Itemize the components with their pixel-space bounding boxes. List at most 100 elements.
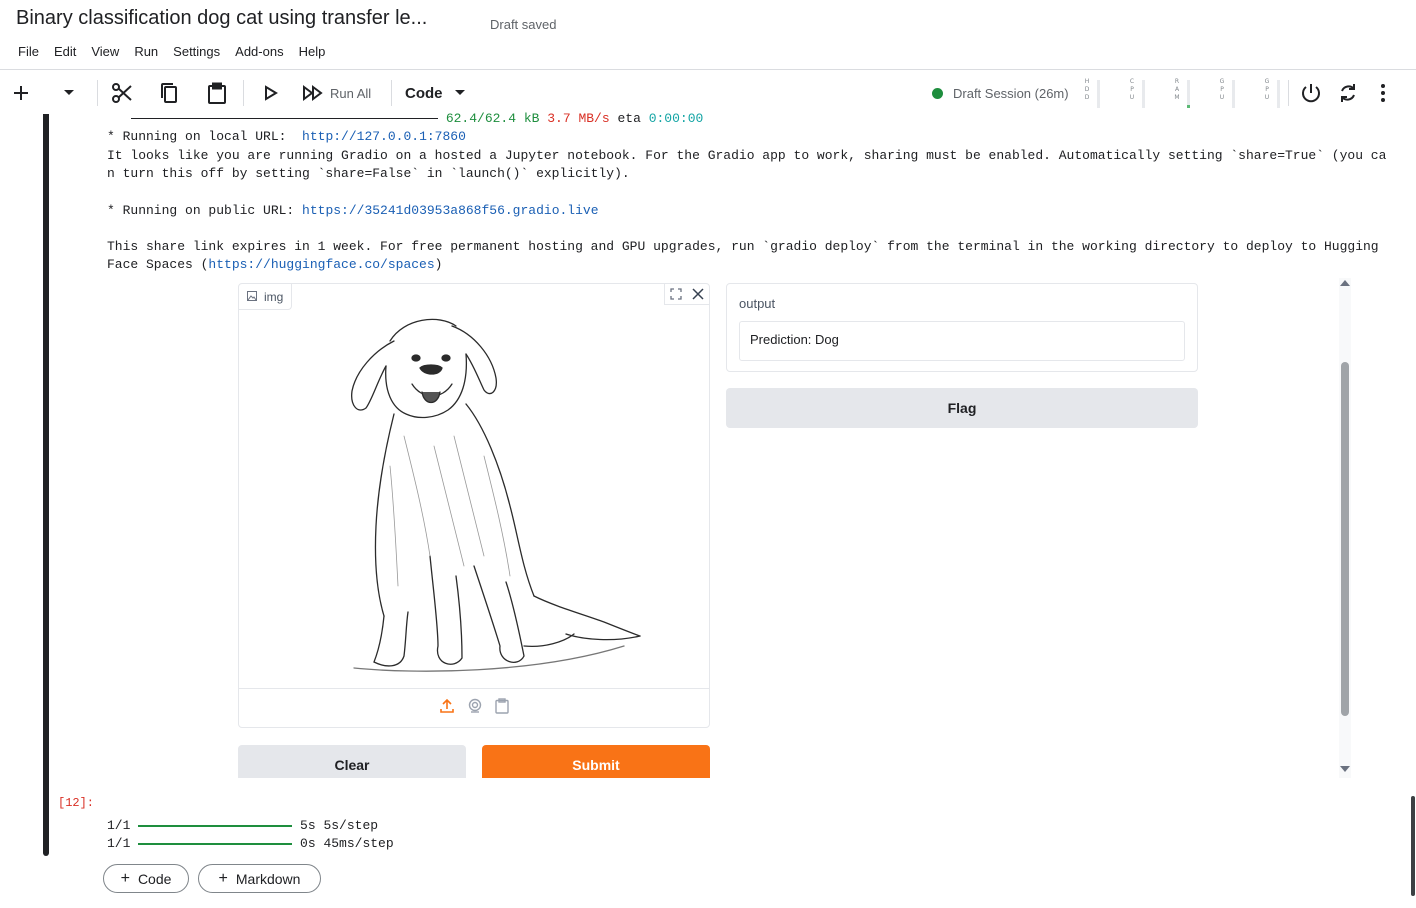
plus-icon: + <box>120 869 130 887</box>
upload-icon[interactable] <box>439 698 455 719</box>
menu-run[interactable]: Run <box>134 44 158 59</box>
gradio-scrollbar[interactable] <box>1339 278 1351 778</box>
local-url-link[interactable]: http://127.0.0.1:7860 <box>302 129 466 144</box>
session-status[interactable]: Draft Session (26m) <box>932 72 1069 114</box>
menu-add-ons[interactable]: Add-ons <box>235 44 283 59</box>
scroll-up-icon[interactable] <box>1340 280 1350 286</box>
download-size: 62.4/62.4 kB <box>445 111 540 126</box>
gpu-meter[interactable]: GPU <box>1218 78 1240 110</box>
cell-type-label: Code <box>405 84 443 102</box>
download-progress-bar <box>131 118 438 120</box>
menu-edit[interactable]: Edit <box>54 44 76 59</box>
toolbar-divider <box>243 80 244 106</box>
add-markdown-label: Markdown <box>235 870 301 887</box>
run-all-icon <box>303 85 323 101</box>
menu-settings[interactable]: Settings <box>173 44 220 59</box>
active-cell-indicator <box>43 114 49 856</box>
clear-button[interactable]: Clear <box>238 745 466 778</box>
toolbar-divider <box>391 80 392 106</box>
progress-bar <box>138 824 293 827</box>
power-icon[interactable] <box>1298 72 1324 114</box>
flag-button[interactable]: Flag <box>726 388 1198 428</box>
share-line-2: Face Spaces (https://huggingface.co/spac… <box>107 256 442 274</box>
public-url-link[interactable]: https://35241d03953a868f56.gradio.live <box>302 203 598 218</box>
notice-line-1: It looks like you are running Gradio on … <box>107 148 1387 163</box>
menu-view[interactable]: View <box>91 44 119 59</box>
close-icon[interactable] <box>687 284 709 304</box>
paste-icon[interactable] <box>205 72 229 114</box>
ram-meter-label: RAM <box>1174 78 1180 101</box>
add-code-label: Code <box>137 870 172 887</box>
cpu-meter-label: CPU <box>1129 78 1135 101</box>
run-all-button[interactable]: Run All <box>302 72 382 114</box>
gpu-meter-2[interactable]: GPU <box>1263 78 1285 110</box>
toolbar: Run All Code Draft Session (26m) HDD CPU… <box>0 72 1416 114</box>
gradio-app: img output Prediction: Dog Flag Clear Su… <box>107 278 1353 778</box>
image-actions <box>664 284 709 305</box>
output-panel: output Prediction: Dog <box>726 283 1198 372</box>
scroll-down-icon[interactable] <box>1340 766 1350 772</box>
run-all-label: Run All <box>330 85 372 101</box>
submit-button[interactable]: Submit <box>482 745 710 778</box>
prediction-textbox[interactable]: Prediction: Dog <box>739 321 1185 361</box>
download-eta: 0:00:00 <box>648 111 704 126</box>
spaces-link[interactable]: https://huggingface.co/spaces <box>208 257 434 272</box>
clipboard-icon[interactable] <box>495 698 509 719</box>
progress-line-2: 1/1 0s 45ms/step <box>107 835 394 853</box>
image-label-tag: img <box>239 284 293 310</box>
notice-line-2: n turn this off by setting `share=False`… <box>107 166 630 181</box>
scrollbar-thumb[interactable] <box>1341 362 1349 716</box>
share-line-2-prefix: Face Spaces ( <box>107 257 209 272</box>
local-url-prefix: * Running on local URL: <box>107 129 303 144</box>
gpu-meter-label: GPU <box>1219 78 1225 101</box>
add-cell-icon[interactable] <box>8 72 34 114</box>
cpu-meter[interactable]: CPU <box>1128 78 1150 110</box>
hdd-meter[interactable]: HDD <box>1083 78 1105 110</box>
fullscreen-icon[interactable] <box>665 284 687 304</box>
chevron-down-icon[interactable] <box>58 72 80 114</box>
progress-time: 5s <box>300 818 316 833</box>
progress-rate: 45ms/step <box>323 836 394 851</box>
share-line-2-suffix: ) <box>434 257 443 272</box>
restart-icon[interactable] <box>1335 72 1361 114</box>
cell-type-select[interactable]: Code <box>405 72 475 114</box>
menu-bar: File Edit View Run Settings Add-ons Help <box>18 44 340 59</box>
public-url-prefix: * Running on public URL: <box>107 203 303 218</box>
menu-file[interactable]: File <box>18 44 39 59</box>
notebook-header: Binary classification dog cat using tran… <box>0 0 1416 70</box>
progress-time: 0s <box>300 836 316 851</box>
plus-icon: + <box>218 869 228 887</box>
share-line-1: This share link expires in 1 week. For f… <box>107 239 1379 254</box>
progress-line-1: 1/1 5s 5s/step <box>107 817 378 835</box>
download-eta-label: eta <box>617 111 641 126</box>
local-url-line: * Running on local URL: http://127.0.0.1… <box>107 128 466 146</box>
copy-icon[interactable] <box>157 72 181 114</box>
image-icon <box>247 290 257 304</box>
session-label: Draft Session (26m) <box>953 85 1069 101</box>
more-options-icon[interactable] <box>1372 72 1394 114</box>
menu-help[interactable]: Help <box>299 44 326 59</box>
toolbar-divider <box>97 80 98 106</box>
image-label: img <box>264 289 284 304</box>
add-code-cell-button[interactable]: + Code <box>103 864 189 893</box>
page-scrollbar[interactable] <box>1411 796 1415 896</box>
progress-step: 1/1 <box>107 836 131 851</box>
download-progress: 62.4/62.4 kB 3.7 MB/s eta 0:00:00 <box>131 110 703 128</box>
toolbar-divider <box>1288 80 1289 106</box>
image-source-bar <box>239 688 709 728</box>
output-label: output <box>739 296 776 311</box>
image-input-panel[interactable]: img <box>238 283 710 728</box>
session-dot-icon <box>932 87 943 99</box>
add-markdown-cell-button[interactable]: + Markdown <box>198 864 321 893</box>
download-speed: 3.7 MB/s <box>547 111 610 126</box>
run-cell-icon[interactable] <box>260 72 282 114</box>
save-status: Draft saved <box>490 17 557 32</box>
progress-step: 1/1 <box>107 818 131 833</box>
public-url-line: * Running on public URL: https://35241d0… <box>107 202 599 220</box>
ram-meter[interactable]: RAM <box>1173 78 1195 110</box>
webcam-icon[interactable] <box>467 698 483 719</box>
cut-icon[interactable] <box>110 72 134 114</box>
hdd-meter-label: HDD <box>1084 78 1090 101</box>
notebook-title[interactable]: Binary classification dog cat using tran… <box>16 7 427 30</box>
gpu-meter-2-label: GPU <box>1264 78 1270 101</box>
